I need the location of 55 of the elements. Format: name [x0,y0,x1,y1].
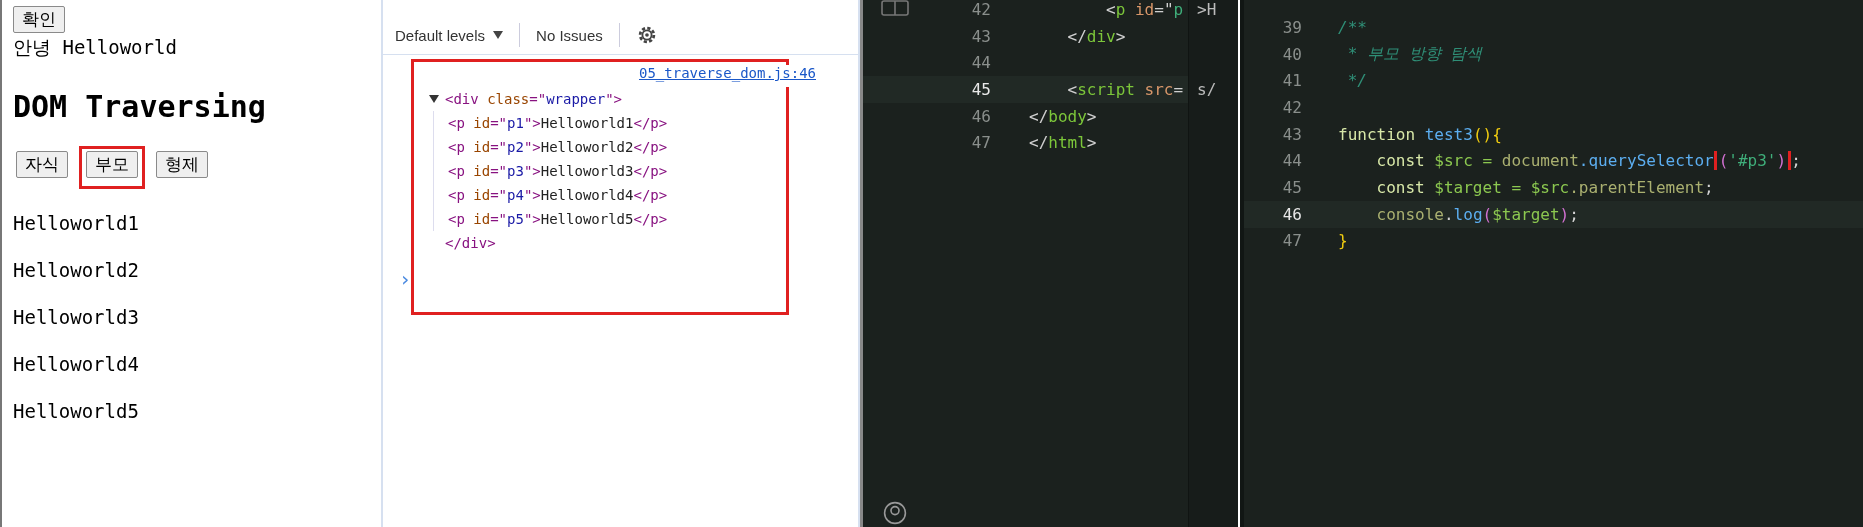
line-number: 47 [1281,231,1302,251]
source-link[interactable]: 05_traverse_dom.js:46 [639,65,816,87]
console-line[interactable]: <p id="p5">Helloworld5</p> [448,211,668,227]
line-number: 45 [1281,177,1302,197]
line-number: 40 [1281,44,1302,64]
paragraph-text: Helloworld5 [13,399,140,424]
line-number: 47 [970,133,991,153]
paragraph-text: Helloworld4 [13,352,140,377]
console-prompt[interactable]: › [383,267,858,291]
traverse-button[interactable]: 자식 [16,151,68,178]
paragraph-text: Helloworld1 [13,211,140,236]
code-line: </div> [1066,26,1126,46]
code-line: const $src = document.querySelector ('#p3') ; [1375,151,1801,171]
code-line: /** [1338,17,1367,37]
line-number: 42 [1281,97,1302,117]
console-line[interactable]: </div> [445,235,496,251]
line-number: 46 [1281,204,1302,224]
split-editor-icon[interactable] [881,0,909,16]
console-line[interactable]: <p id="p4">Helloworld4</p> [448,187,668,203]
issues-button[interactable]: No Issues [536,26,603,44]
code-line: </html> [1029,133,1097,153]
page-heading: DOM Traversing [13,89,267,124]
console-line[interactable]: <div class="wrapper"> [445,91,623,107]
traverse-button[interactable]: 형제 [156,151,208,178]
code-line: function test3(){ [1338,124,1502,144]
line-number: 39 [1281,17,1302,37]
code-line: <script src= [1066,79,1184,99]
line-number: 45 [970,79,991,99]
code-line: console.log($target); [1375,204,1579,224]
code-line: */ [1346,71,1367,91]
levels-dropdown[interactable]: Default levels [395,26,504,44]
greeting-text: 안녕 Helloworld [13,35,178,60]
confirm-button[interactable]: 확인 [13,6,65,33]
line-number: 43 [970,26,991,46]
line-number: 44 [1281,151,1302,171]
code-line: * 부모 방향 탐색 [1346,43,1483,63]
paragraph-text: Helloworld2 [13,258,140,283]
code-line: } [1338,231,1348,251]
line-number: 43 [1281,124,1302,144]
console-line[interactable]: <p id="p1">Helloworld1</p> [448,115,668,131]
console-line[interactable]: <p id="p3">Helloworld3</p> [448,163,668,179]
code-fragment: s/ [1196,79,1217,99]
account-icon[interactable] [883,501,907,525]
line-number: 42 [970,0,991,19]
traverse-button[interactable]: 부모 [86,151,138,178]
line-number: 41 [1281,71,1302,91]
code-line: const $target = $src.parentElement; [1375,177,1714,197]
code-line: <p id="p [1105,0,1184,19]
code-line: </body> [1029,106,1097,126]
console-line[interactable]: <p id="p2">Helloworld2</p> [448,139,668,155]
code-fragment: >H [1196,0,1217,19]
expand-triangle-icon[interactable] [429,95,439,103]
line-number: 44 [970,53,991,73]
line-number: 46 [970,106,991,126]
paragraph-text: Helloworld3 [13,305,140,330]
